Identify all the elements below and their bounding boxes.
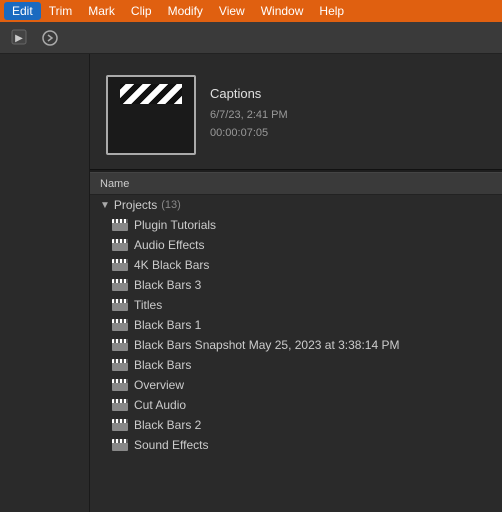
thumbnail bbox=[106, 75, 196, 155]
preview-title: Captions bbox=[210, 86, 288, 101]
list-item[interactable]: Cut Audio bbox=[90, 395, 502, 415]
project-icon bbox=[112, 419, 128, 431]
svg-text:▶: ▶ bbox=[15, 33, 23, 44]
preview-panel: Captions 6/7/23, 2:41 PM 00:00:07:05 bbox=[90, 54, 502, 169]
project-label: Cut Audio bbox=[134, 398, 186, 412]
project-label: Overview bbox=[134, 378, 184, 392]
project-icon bbox=[112, 219, 128, 231]
content-area: Captions 6/7/23, 2:41 PM 00:00:07:05 Nam… bbox=[0, 54, 502, 512]
list-item[interactable]: Black Bars 1 bbox=[90, 315, 502, 335]
menu-help[interactable]: Help bbox=[311, 2, 352, 20]
project-icon bbox=[112, 379, 128, 391]
name-column-label: Name bbox=[100, 178, 129, 190]
menu-clip[interactable]: Clip bbox=[123, 2, 160, 20]
project-icon bbox=[112, 319, 128, 331]
list-item[interactable]: Black Bars 2 bbox=[90, 415, 502, 435]
main-area: Captions 6/7/23, 2:41 PM 00:00:07:05 Nam… bbox=[90, 54, 502, 512]
list-item[interactable]: Black Bars bbox=[90, 355, 502, 375]
project-label: Black Bars 1 bbox=[134, 318, 201, 332]
menu-bar: Edit Trim Mark Clip Modify View Window H… bbox=[0, 0, 502, 22]
menu-view[interactable]: View bbox=[211, 2, 253, 20]
list-item[interactable]: Audio Effects bbox=[90, 235, 502, 255]
project-icon bbox=[112, 239, 128, 251]
project-icon bbox=[112, 339, 128, 351]
left-sidebar bbox=[0, 54, 90, 512]
project-label: Black Bars 3 bbox=[134, 278, 201, 292]
project-label: Sound Effects bbox=[134, 438, 209, 452]
project-icon bbox=[112, 299, 128, 311]
column-header: Name bbox=[90, 173, 502, 195]
back-icon[interactable]: ▶ bbox=[6, 26, 34, 50]
list-item[interactable]: Black Bars Snapshot May 25, 2023 at 3:38… bbox=[90, 335, 502, 355]
menu-modify[interactable]: Modify bbox=[160, 2, 211, 20]
project-label: 4K Black Bars bbox=[134, 258, 209, 272]
collapse-arrow-icon: ▼ bbox=[100, 200, 110, 211]
forward-icon[interactable] bbox=[36, 26, 64, 50]
list-item[interactable]: 4K Black Bars bbox=[90, 255, 502, 275]
clapperboard-icon bbox=[120, 84, 182, 146]
project-label: Black Bars 2 bbox=[134, 418, 201, 432]
project-label: Black Bars bbox=[134, 358, 191, 372]
list-item[interactable]: Sound Effects bbox=[90, 435, 502, 455]
projects-section-header[interactable]: ▼ Projects (13) bbox=[90, 195, 502, 215]
menu-trim[interactable]: Trim bbox=[41, 2, 81, 20]
project-label: Audio Effects bbox=[134, 238, 205, 252]
menu-mark[interactable]: Mark bbox=[80, 2, 123, 20]
preview-info: Captions 6/7/23, 2:41 PM 00:00:07:05 bbox=[210, 86, 288, 142]
project-icon bbox=[112, 279, 128, 291]
project-icon bbox=[112, 259, 128, 271]
menu-edit[interactable]: Edit bbox=[4, 2, 41, 20]
list-item[interactable]: Overview bbox=[90, 375, 502, 395]
list-item[interactable]: Titles bbox=[90, 295, 502, 315]
preview-date: 6/7/23, 2:41 PM bbox=[210, 107, 288, 125]
list-item[interactable]: Plugin Tutorials bbox=[90, 215, 502, 235]
project-icon bbox=[112, 399, 128, 411]
section-label: Projects bbox=[114, 198, 157, 212]
project-label: Titles bbox=[134, 298, 162, 312]
project-label: Black Bars Snapshot May 25, 2023 at 3:38… bbox=[134, 338, 400, 352]
toolbar: ▶ bbox=[0, 22, 502, 54]
preview-duration: 00:00:07:05 bbox=[210, 125, 288, 143]
list-item[interactable]: Black Bars 3 bbox=[90, 275, 502, 295]
project-count: (13) bbox=[161, 199, 181, 211]
menu-window[interactable]: Window bbox=[253, 2, 312, 20]
project-icon bbox=[112, 359, 128, 371]
project-label: Plugin Tutorials bbox=[134, 218, 216, 232]
project-panel[interactable]: ▼ Projects (13) Plugin Tutorials Audio E… bbox=[90, 195, 502, 512]
project-icon bbox=[112, 439, 128, 451]
